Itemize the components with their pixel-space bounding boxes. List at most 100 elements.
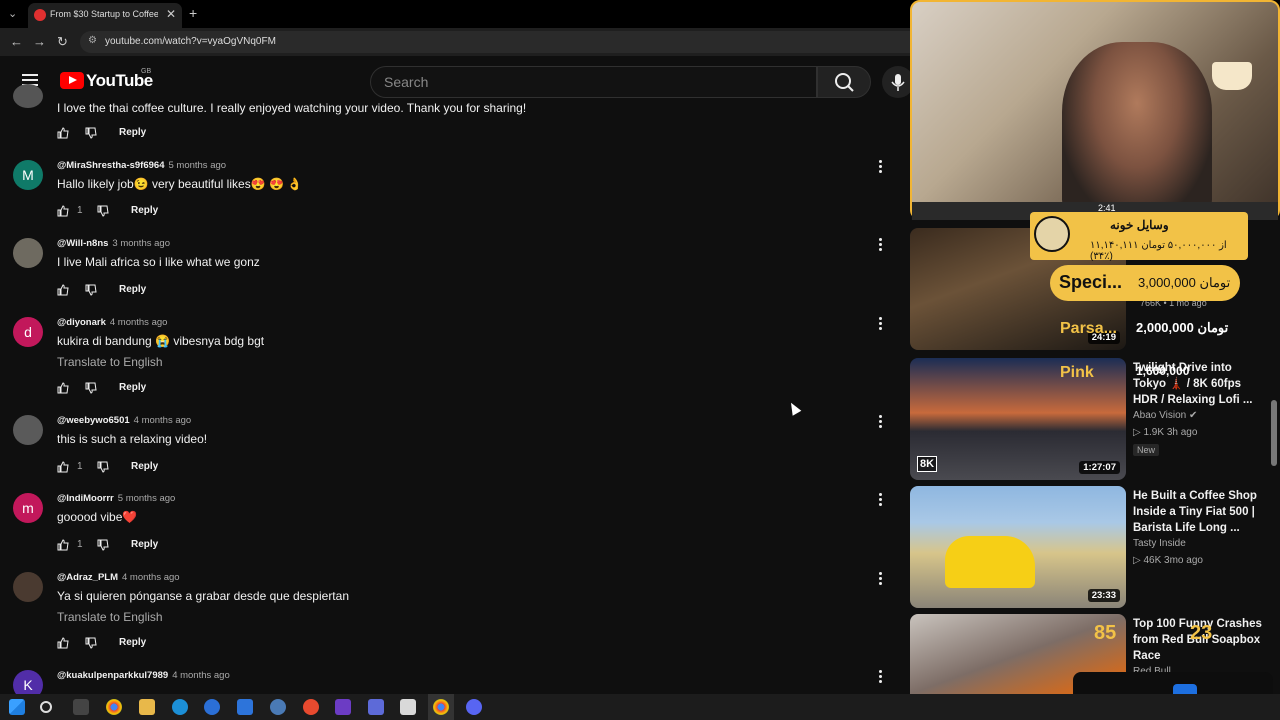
url-text: youtube.com/watch?v=vyaOgVNq0FM [105,36,276,47]
site-info-icon[interactable]: ⚙ [88,35,97,46]
like-icon[interactable] [56,636,70,650]
like-icon[interactable] [56,204,70,218]
like-icon[interactable] [56,283,70,297]
recommended-video[interactable]: 8K 1:27:07 Twilight Drive into Tokyo 🗼 /… [910,358,1280,480]
dislike-icon[interactable] [96,204,110,218]
reply-button[interactable]: Reply [119,127,146,138]
lamp-shape [1212,62,1252,90]
file-explorer-icon[interactable] [139,699,155,715]
comment-time[interactable]: 5 months ago [168,160,226,171]
avatar[interactable] [13,238,43,268]
avatar[interactable]: d [13,317,43,347]
price-amount: 3,000,000 تومان [1138,275,1231,290]
avatar[interactable]: m [13,493,43,523]
app-icon[interactable] [303,699,319,715]
task-view-icon[interactable] [73,699,89,715]
reload-icon[interactable]: ↻ [57,34,68,50]
video-duration: 23:33 [1087,589,1120,602]
edge-icon[interactable] [172,699,188,715]
country-code: GB [141,68,152,75]
browser-tab[interactable]: From $30 Startup to Coffee Van ✕ [28,3,182,28]
reply-button[interactable]: Reply [131,461,158,472]
new-tab-icon[interactable]: + [189,5,197,21]
like-icon[interactable] [56,460,70,474]
dislike-icon[interactable] [84,126,98,140]
comment-time[interactable]: 4 months ago [172,670,230,681]
avatar[interactable] [13,572,43,602]
page-scrollbar[interactable] [1271,400,1277,466]
video-thumbnail[interactable]: 23:33 [910,486,1126,608]
donation-progress: ۱۱,۱۴۰,۱۱۱ از ۵۰,۰۰۰,۰۰۰ تومان (٪۳۴) [1090,240,1227,262]
comment-time[interactable]: 4 months ago [122,572,180,583]
comment-author[interactable]: @weebywo6501 [57,415,130,426]
more-actions-icon[interactable] [877,572,883,586]
like-icon[interactable] [56,381,70,395]
dislike-icon[interactable] [96,460,110,474]
more-actions-icon[interactable] [877,160,883,174]
app-icon[interactable] [204,699,220,715]
comment-time[interactable]: 3 months ago [112,238,170,249]
chrome-active-icon[interactable] [433,699,449,715]
reply-button[interactable]: Reply [131,205,158,216]
like-icon[interactable] [56,538,70,552]
comment-author[interactable]: @Adraz_PLM [57,572,118,583]
overlay-pink-text: Pink [1060,364,1094,381]
overlay-number: 85 [1094,622,1117,644]
tab-list-icon[interactable]: ⌄ [8,7,22,21]
reply-button[interactable]: Reply [131,539,158,550]
app-icon[interactable] [270,699,286,715]
comment-header: @Will-n8ns 3 months ago [57,238,170,249]
comment-header: @kuakulpenparkkul7989 4 months ago [57,670,230,681]
app-icon[interactable] [368,699,384,715]
discord-icon[interactable] [466,699,482,715]
avatar[interactable]: K [13,670,43,694]
app-icon[interactable] [400,699,416,715]
comment-actions: 1 Reply [56,537,256,553]
more-actions-icon[interactable] [877,317,883,331]
dislike-icon[interactable] [96,538,110,552]
reply-button[interactable]: Reply [119,284,146,295]
more-actions-icon[interactable] [877,493,883,507]
comment-time[interactable]: 4 months ago [134,415,192,426]
back-icon[interactable]: ← [10,34,23,49]
recommended-video[interactable]: 23:33 He Built a Coffee Shop Inside a Ti… [910,486,1280,608]
app-icon[interactable] [237,699,253,715]
comment-author[interactable]: @diyonark [57,317,106,328]
comment-author[interactable]: @MiraShrestha-s9f6964 [57,160,164,171]
reply-button[interactable]: Reply [119,382,146,393]
avatar[interactable]: M [13,160,43,190]
windows-start-icon[interactable] [9,699,25,715]
comment-text: Hallo likely job😉 very beautiful likes😍 … [57,177,303,191]
price-label: Speci... [1059,272,1123,292]
comment-time[interactable]: 5 months ago [118,493,176,504]
app-icon[interactable] [335,699,351,715]
channel-name[interactable]: Abao Vision ✔ [1133,410,1197,421]
dislike-icon[interactable] [84,283,98,297]
avatar[interactable] [13,84,43,108]
channel-name[interactable]: Tasty Inside [1133,538,1186,549]
more-actions-icon[interactable] [877,238,883,252]
reply-button[interactable]: Reply [119,637,146,648]
comment-author[interactable]: @IndiMoorrr [57,493,114,504]
avatar[interactable] [13,415,43,445]
dislike-icon[interactable] [84,381,98,395]
comment-time[interactable]: 4 months ago [110,317,168,328]
chrome-icon[interactable] [106,699,122,715]
like-icon[interactable] [56,126,70,140]
comment-author[interactable]: @kuakulpenparkkul7989 [57,670,168,681]
mascot-icon [1034,216,1070,252]
comment-header: @diyonark 4 months ago [57,317,167,328]
url-field[interactable]: ⚙ youtube.com/watch?v=vyaOgVNq0FM [80,31,980,53]
search-taskbar-icon[interactable] [40,701,52,713]
translate-link[interactable]: Translate to English [57,355,163,369]
comment-item: M @MiraShrestha-s9f6964 5 months ago Hall… [0,160,905,230]
comment-author[interactable]: @Will-n8ns [57,238,108,249]
video-title[interactable]: He Built a Coffee Shop Inside a Tiny Fia… [1133,488,1268,536]
more-actions-icon[interactable] [877,670,883,684]
forward-icon[interactable]: → [33,34,46,49]
more-actions-icon[interactable] [877,415,883,429]
tab-close-icon[interactable]: ✕ [166,7,176,21]
comment-item: @weebywo6501 4 months ago this is such a … [0,415,905,485]
translate-link[interactable]: Translate to English [57,610,163,624]
dislike-icon[interactable] [84,636,98,650]
